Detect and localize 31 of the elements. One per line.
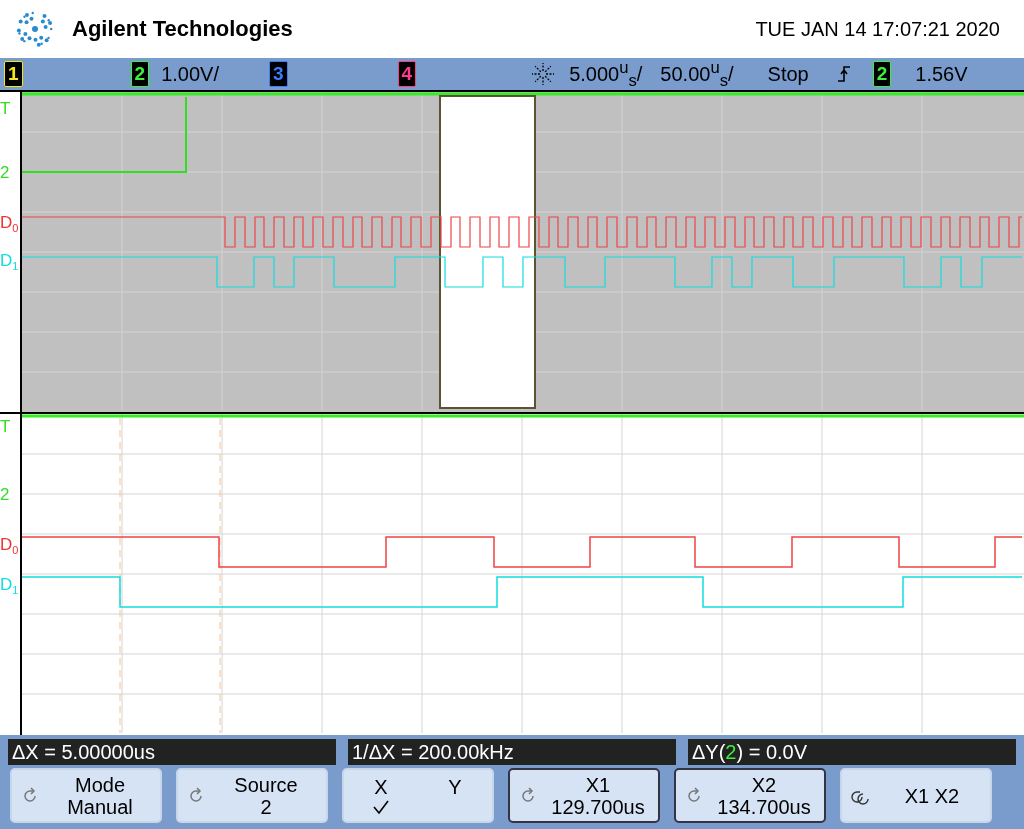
trace-label: 2 xyxy=(0,164,10,183)
channel-scale: 1.00V/ xyxy=(161,62,219,86)
softkey[interactable]: X2 134.700us xyxy=(674,768,826,823)
cursor-readout: ΔX = 5.00000us xyxy=(8,738,336,765)
date-time: TUE JAN 14 17:07:21 2020 xyxy=(755,17,1000,41)
softkey[interactable]: X1 X2 xyxy=(840,768,992,823)
trace-label: D$_{1}$ xyxy=(0,252,19,275)
channel-indicator[interactable]: 1 xyxy=(4,61,23,88)
trace-label: D$_{0}$ xyxy=(0,214,19,237)
brand-name: Agilent Technologies xyxy=(72,16,294,43)
channel-indicator[interactable]: 2 xyxy=(130,61,150,88)
trace-label: D$_{1}$ xyxy=(0,576,19,599)
run-state: Stop xyxy=(767,62,809,86)
trace-label: D$_{0}$ xyxy=(0,536,19,559)
channel-indicator[interactable]: 3 xyxy=(269,61,288,88)
rising-edge-icon xyxy=(836,64,851,85)
trace-label: T xyxy=(0,418,11,437)
trace-label: T xyxy=(0,100,11,119)
cursor-readout: 1/ΔX = 200.00kHz xyxy=(348,738,676,765)
trigger-level: 1.56V xyxy=(915,62,968,86)
cursor-readout: ΔY(2) = 0.0V xyxy=(688,738,1016,765)
trace-label: 2 xyxy=(0,486,10,505)
softkey[interactable]: Source 2 xyxy=(176,768,328,823)
softkey[interactable]: Mode Manual xyxy=(10,768,162,823)
softkey[interactable]: X1 129.700us xyxy=(508,768,660,823)
trigger-source: 2 xyxy=(872,61,892,88)
delay: 50.00$^{u}$$_{s}$/ xyxy=(660,57,734,91)
channel-indicator[interactable]: 4 xyxy=(397,61,417,88)
timebase: 5.000$^{u}$$_{s}$/ xyxy=(569,57,643,91)
acquire-star-icon xyxy=(531,62,556,87)
softkey[interactable]: X Y xyxy=(342,768,494,823)
